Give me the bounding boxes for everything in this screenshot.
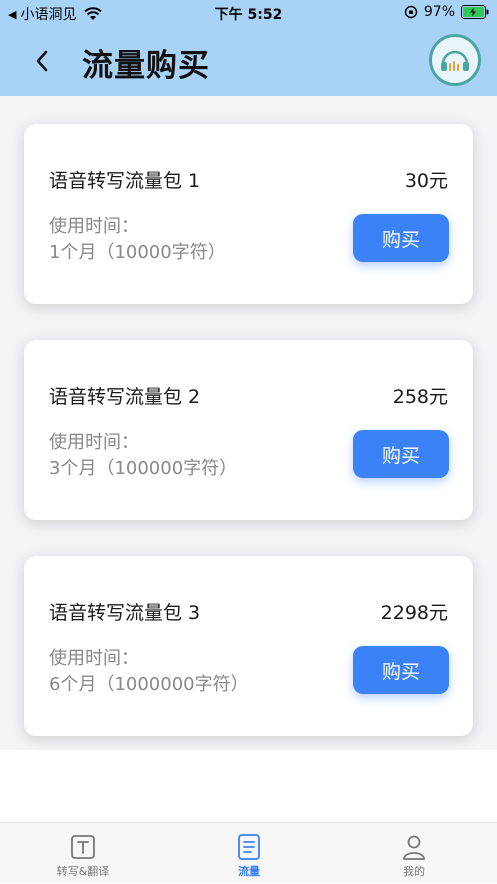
package-list: 语音转写流量包 1 30元 使用时间： 1个月（10000字符） 购买 语音转写… bbox=[0, 96, 497, 750]
rotation-lock-icon bbox=[404, 5, 418, 19]
headphones-logo-icon bbox=[441, 50, 469, 71]
usage-label: 使用时间： bbox=[49, 216, 139, 237]
back-button[interactable] bbox=[28, 46, 56, 76]
buy-button[interactable]: 购买 bbox=[353, 646, 449, 694]
package-card: 语音转写流量包 1 30元 使用时间： 1个月（10000字符） 购买 bbox=[24, 124, 473, 304]
app-logo-icon[interactable] bbox=[429, 34, 481, 86]
package-name: 语音转写流量包 2 bbox=[49, 386, 201, 408]
page-title: 流量购买 bbox=[82, 48, 210, 84]
document-icon bbox=[238, 834, 260, 860]
text-box-icon bbox=[71, 835, 95, 859]
usage-value: 1个月（10000字符） bbox=[49, 242, 226, 263]
status-right: 97% bbox=[404, 4, 489, 20]
package-card: 语音转写流量包 2 258元 使用时间： 3个月（100000字符） 购买 bbox=[24, 340, 473, 520]
buy-button[interactable]: 购买 bbox=[353, 214, 449, 262]
usage-label: 使用时间： bbox=[49, 432, 139, 453]
tab-transcribe[interactable]: 转写&翻译 bbox=[0, 823, 166, 884]
package-name: 语音转写流量包 3 bbox=[49, 602, 201, 624]
package-price: 30元 bbox=[404, 170, 448, 192]
tab-bar: 转写&翻译 流量 我的 bbox=[0, 822, 497, 883]
chevron-left-icon bbox=[36, 50, 48, 72]
package-card: 语音转写流量包 3 2298元 使用时间： 6个月（1000000字符） 购买 bbox=[24, 556, 473, 736]
tab-traffic[interactable]: 流量 bbox=[166, 823, 332, 884]
tab-label: 我的 bbox=[403, 865, 425, 878]
status-bar: ◀ 小语洞见 下午 5:52 97% bbox=[0, 0, 497, 26]
usage-value: 3个月（100000字符） bbox=[49, 458, 238, 479]
tab-profile[interactable]: 我的 bbox=[331, 823, 497, 884]
package-name: 语音转写流量包 1 bbox=[49, 170, 201, 192]
buy-button[interactable]: 购买 bbox=[353, 430, 449, 478]
usage-label: 使用时间： bbox=[49, 648, 139, 669]
tab-label: 流量 bbox=[238, 865, 260, 878]
battery-charging-icon bbox=[461, 5, 489, 19]
battery-percent: 97% bbox=[423, 4, 455, 20]
tab-label: 转写&翻译 bbox=[56, 865, 110, 878]
nav-bar: 流量购买 bbox=[0, 26, 497, 96]
usage-value: 6个月（1000000字符） bbox=[49, 674, 249, 695]
person-icon bbox=[403, 835, 425, 860]
package-price: 2298元 bbox=[380, 602, 448, 624]
package-price: 258元 bbox=[392, 386, 448, 408]
